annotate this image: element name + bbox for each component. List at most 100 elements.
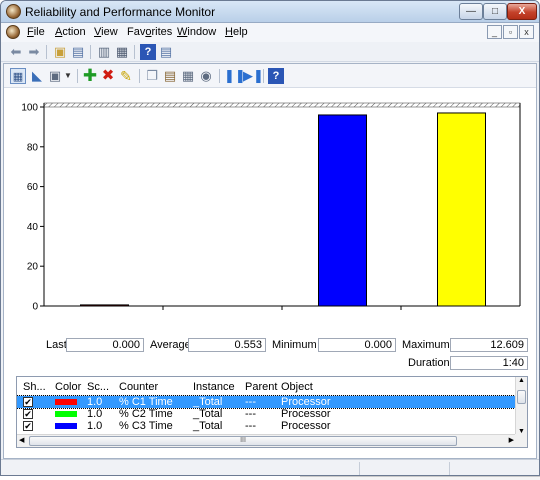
column-header-show[interactable]: Sh... xyxy=(23,381,46,393)
last-value: 0.000 xyxy=(66,338,144,352)
legend-row-c1[interactable]: ✔ 1.0 % C1 Time _Total --- Processor xyxy=(17,395,518,409)
main-toolbar: ⬅ ➡ ▣ ▤ ▥ ▦ ? ▤ xyxy=(1,42,539,62)
performance-monitor-panel: ▦ ◣ ▣ ▼ ✚ ✖ ✎ ❐ ▤ ▦ ◉ ❚❚ ▶❚ ? 0 20 40 60… xyxy=(3,63,537,459)
perfmon-app-icon[interactable] xyxy=(6,4,21,19)
scroll-left-arrow-icon[interactable]: ◀ xyxy=(19,436,24,444)
color-swatch-blue xyxy=(55,423,77,429)
menu-file[interactable]: File xyxy=(27,26,45,38)
forward-arrow-icon[interactable]: ➡ xyxy=(26,44,42,60)
column-header-parent[interactable]: Parent xyxy=(245,381,277,393)
instance-cell: _Total xyxy=(193,420,223,432)
title-bar[interactable]: Reliability and Performance Monitor — □ … xyxy=(1,1,539,23)
change-graph-type-icon[interactable]: ▣ xyxy=(47,68,63,84)
legend-row-c3[interactable]: ✔ 1.0 % C3 Time _Total --- Processor xyxy=(17,420,517,432)
paste-icon[interactable]: ▤ xyxy=(162,68,178,84)
parent-cell: --- xyxy=(245,396,256,408)
menu-view-rest: iew xyxy=(101,26,118,38)
status-separator xyxy=(449,462,450,475)
y-tick-label: 60 xyxy=(27,182,39,193)
menu-window[interactable]: Window xyxy=(177,26,216,38)
show-checkbox[interactable]: ✔ xyxy=(23,397,33,407)
legend-header: Sh... Color Sc... Counter Instance Paren… xyxy=(17,377,517,396)
statistics-bar: Last 0.000 Average 0.553 Minimum 0.000 M… xyxy=(4,336,536,372)
app-window: Reliability and Performance Monitor — □ … xyxy=(0,0,540,476)
average-label: Average xyxy=(150,339,191,351)
highlight-icon[interactable]: ✎ xyxy=(118,68,134,84)
y-tick-label: 80 xyxy=(27,142,39,153)
parent-cell: --- xyxy=(245,408,256,420)
column-header-color[interactable]: Color xyxy=(55,381,81,393)
column-header-counter[interactable]: Counter xyxy=(119,381,158,393)
legend-vertical-scrollbar[interactable]: ▲ ▼ xyxy=(515,377,527,435)
parent-cell: --- xyxy=(245,420,256,432)
show-checkbox[interactable]: ✔ xyxy=(23,409,33,419)
toolbar-separator xyxy=(46,45,47,59)
column-header-scale[interactable]: Sc... xyxy=(87,381,109,393)
scrollbar-corner xyxy=(515,434,527,447)
show-hide-tree-icon[interactable]: ▤ xyxy=(70,44,86,60)
menu-file-rest: ile xyxy=(33,26,45,38)
mdi-close-button[interactable]: x xyxy=(519,25,534,39)
view-graph-icon[interactable]: ▦ xyxy=(10,68,26,84)
help-icon[interactable]: ? xyxy=(268,68,284,84)
color-swatch-red xyxy=(55,399,77,405)
scroll-up-arrow-icon[interactable]: ▲ xyxy=(518,377,525,384)
console-view-icon[interactable]: ▤ xyxy=(158,44,174,60)
menu-view[interactable]: View xyxy=(94,26,118,38)
horizontal-scroll-thumb[interactable]: III xyxy=(29,436,457,446)
minimize-button[interactable]: — xyxy=(459,3,483,20)
delete-counter-icon[interactable]: ✖ xyxy=(100,68,116,84)
mdi-restore-button[interactable]: ▫ xyxy=(503,25,518,39)
maximize-button[interactable]: □ xyxy=(483,3,507,20)
update-data-icon[interactable]: ▶❚ xyxy=(243,68,264,84)
scale-cell: 1.0 xyxy=(87,408,103,420)
duration-value: 1:40 xyxy=(450,356,528,370)
y-tick-label: 20 xyxy=(27,262,39,273)
toolbar-separator xyxy=(139,69,140,83)
column-header-instance[interactable]: Instance xyxy=(193,381,235,393)
freeze-display-icon[interactable]: ❚❚ xyxy=(224,68,246,84)
help-icon[interactable]: ? xyxy=(140,44,156,60)
add-counter-icon[interactable]: ✚ xyxy=(82,67,98,84)
duration-label: Duration xyxy=(408,357,450,369)
system-menu-icon[interactable] xyxy=(6,25,20,39)
menu-action[interactable]: Action xyxy=(55,26,86,38)
y-tick-label: 0 xyxy=(32,302,38,313)
menu-help[interactable]: Help xyxy=(225,26,248,38)
average-value: 0.553 xyxy=(188,338,266,352)
graph-toolbar: ▦ ◣ ▣ ▼ ✚ ✖ ✎ ❐ ▤ ▦ ◉ ❚❚ ▶❚ ? xyxy=(4,64,536,88)
close-button[interactable]: X xyxy=(507,3,537,20)
toolbar-separator xyxy=(263,69,264,83)
menu-favorites[interactable]: Favorites xyxy=(127,26,172,38)
toolbar-separator xyxy=(219,69,220,83)
back-arrow-icon[interactable]: ⬅ xyxy=(8,44,24,60)
print-icon[interactable]: ▦ xyxy=(114,44,130,60)
properties-icon[interactable]: ▥ xyxy=(96,44,112,60)
zoom-icon[interactable]: ◉ xyxy=(198,68,214,84)
scroll-right-arrow-icon[interactable]: ▶ xyxy=(509,436,514,444)
up-folder-icon[interactable]: ▣ xyxy=(52,44,68,60)
object-cell: Processor xyxy=(281,408,331,420)
counter-cell: % C2 Time xyxy=(119,408,173,420)
last-label: Last xyxy=(46,339,67,351)
menu-favorites-pre: Fav xyxy=(127,26,146,38)
menu-action-rest: ction xyxy=(62,26,86,38)
counter-cell: % C1 Time xyxy=(119,396,173,408)
properties-icon[interactable]: ▦ xyxy=(180,68,196,84)
view-histogram-icon[interactable]: ◣ xyxy=(29,68,45,84)
column-header-object[interactable]: Object xyxy=(281,381,313,393)
counter-legend[interactable]: Sh... Color Sc... Counter Instance Paren… xyxy=(16,376,528,448)
menu-favorites-rest: rites xyxy=(151,26,173,38)
vertical-scroll-thumb[interactable] xyxy=(517,390,526,404)
legend-row-c2[interactable]: ✔ 1.0 % C2 Time _Total --- Processor xyxy=(17,408,517,420)
dropdown-arrow-icon[interactable]: ▼ xyxy=(63,68,73,84)
show-checkbox[interactable]: ✔ xyxy=(23,421,33,431)
toolbar-separator xyxy=(77,69,78,83)
histogram-bar xyxy=(318,114,367,307)
instance-cell: _Total xyxy=(193,396,223,408)
legend-horizontal-scrollbar[interactable]: ◀ III ▶ xyxy=(17,434,517,447)
mdi-minimize-button[interactable]: _ xyxy=(487,25,502,39)
copy-icon[interactable]: ❐ xyxy=(144,68,160,84)
toolbar-separator xyxy=(90,45,91,59)
menu-window-rest: indow xyxy=(187,26,217,38)
